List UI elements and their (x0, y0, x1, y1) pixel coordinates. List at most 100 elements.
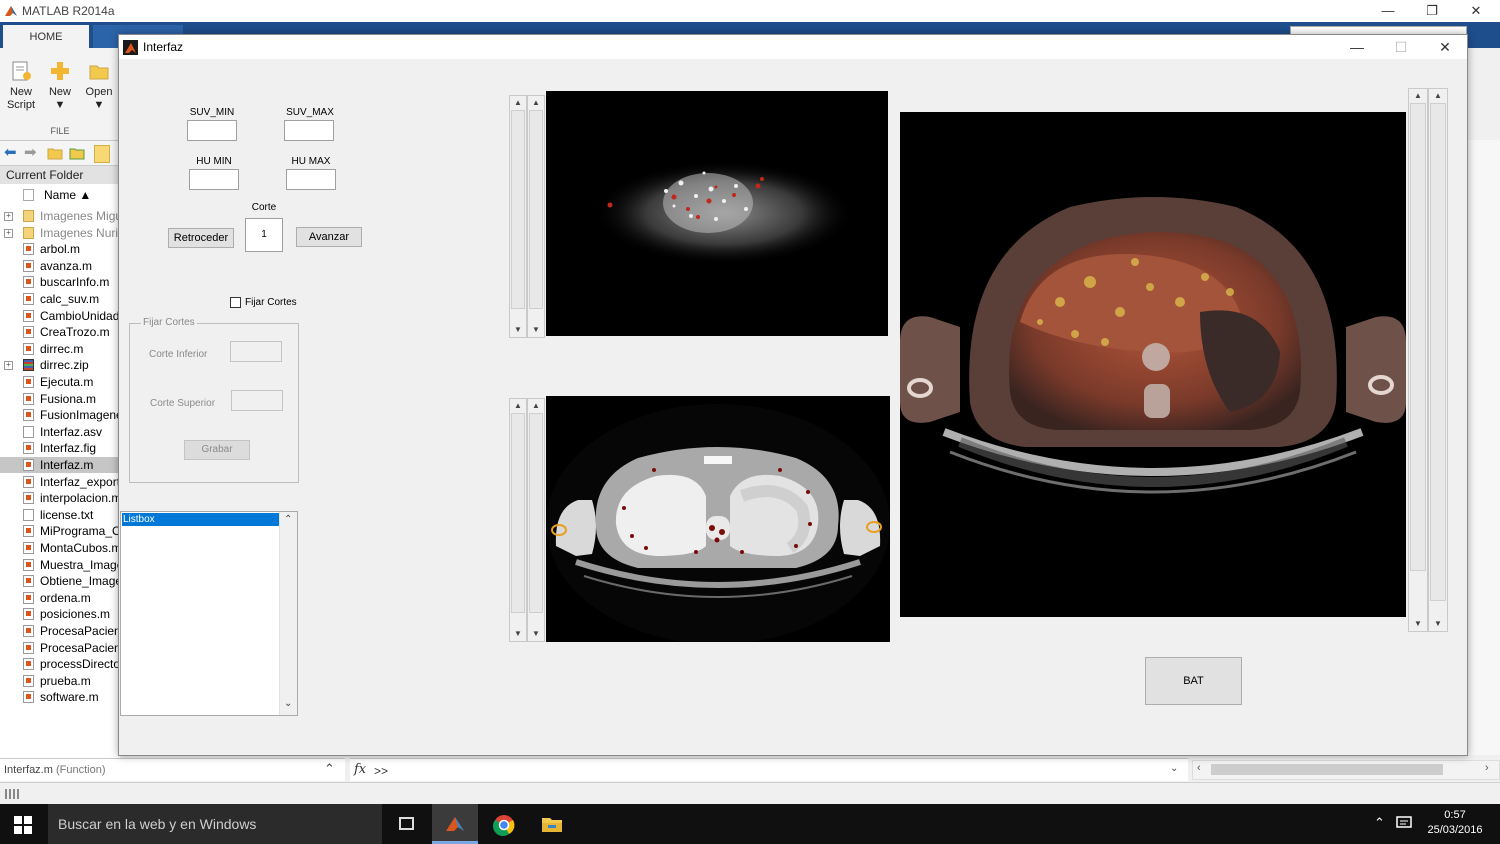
file-list-item[interactable]: Interfaz_export. (0, 474, 120, 490)
figure-maximize-icon[interactable]: ☐ (1379, 35, 1423, 59)
file-list-item[interactable]: Fusiona.m (0, 391, 120, 407)
listbox-selected-item[interactable]: Listbox (122, 513, 281, 526)
file-list-item[interactable]: ProcesaPacient (0, 623, 120, 639)
slider-up-arrow-icon[interactable]: ▲ (1429, 89, 1447, 103)
file-list-item[interactable]: license.txt (0, 507, 120, 523)
name-column-header[interactable]: Name ▲ (0, 187, 120, 203)
slider-thumb[interactable] (1410, 103, 1426, 571)
file-list-item[interactable]: Muestra_Image (0, 557, 120, 573)
file-list-item[interactable]: calc_suv.m (0, 291, 120, 307)
slice-slider-1[interactable]: ▲ ▼ (509, 95, 527, 338)
bat-button[interactable]: BAT (1145, 657, 1242, 705)
slider-up-arrow-icon[interactable]: ▲ (528, 399, 544, 413)
file-list-item[interactable]: MontaCubos.m (0, 540, 120, 556)
file-list-item[interactable]: interpolacion.m (0, 490, 120, 506)
function-browser-icon[interactable]: fx (354, 762, 366, 777)
file-list-item[interactable]: FusionImagene (0, 407, 120, 423)
slider-thumb[interactable] (529, 413, 543, 613)
back-arrow-icon[interactable]: ⬅ (4, 143, 17, 161)
file-list-item[interactable]: ordena.m (0, 590, 120, 606)
pet-image-axes[interactable] (546, 91, 888, 336)
chevron-up-icon[interactable]: ⌃ (1374, 815, 1385, 831)
scroll-right-icon[interactable]: › (1485, 762, 1489, 774)
new-script-button[interactable]: New Script (3, 54, 39, 112)
retroceder-button[interactable]: Retroceder (168, 228, 234, 248)
file-list-item[interactable]: MiPrograma_O (0, 523, 120, 539)
corte-input[interactable]: 1 (245, 218, 283, 252)
file-list-item[interactable]: CreaTrozo.m (0, 324, 120, 340)
taskbar-chrome-icon[interactable] (481, 804, 527, 844)
open-button[interactable]: Open ▼ (81, 54, 117, 112)
fused-slice-slider-2[interactable]: ▲ ▼ (1428, 88, 1448, 632)
corte-inferior-input[interactable] (230, 341, 282, 362)
slice-slider-4[interactable]: ▲ ▼ (527, 398, 545, 642)
slider-down-arrow-icon[interactable]: ▼ (528, 323, 544, 337)
new-button[interactable]: New ▼ (42, 54, 78, 112)
close-icon[interactable]: ✕ (1454, 0, 1498, 22)
slider-thumb[interactable] (529, 110, 543, 309)
up-folder-icon[interactable] (47, 146, 63, 160)
current-folder-browser[interactable]: Name ▲ + Imagenes Migu + Imagenes Nuria arbo… (0, 184, 120, 758)
file-list-item[interactable]: + Imagenes Nuria (0, 225, 120, 241)
chevron-down-icon[interactable]: ⌄ (284, 698, 292, 709)
notifications-icon[interactable] (1396, 816, 1412, 830)
restore-icon[interactable]: ❐ (1410, 0, 1454, 22)
ct-image-axes[interactable] (546, 396, 890, 642)
file-list-item[interactable]: + dirrec.zip (0, 357, 120, 373)
file-list-item[interactable]: Interfaz.fig (0, 440, 120, 456)
figure-minimize-icon[interactable]: — (1335, 35, 1379, 59)
file-list-item[interactable]: ProcesaPacient (0, 640, 120, 656)
expand-icon[interactable]: + (4, 361, 13, 371)
slider-up-arrow-icon[interactable]: ▲ (510, 96, 526, 110)
file-list-item[interactable]: + Imagenes Migu (0, 208, 120, 224)
horizontal-scrollbar[interactable]: ‹ › (1192, 760, 1500, 780)
scrollbar-thumb[interactable] (1211, 764, 1443, 775)
file-list-item[interactable]: arbol.m (0, 241, 120, 257)
listbox-scrollbar[interactable]: ⌃ ⌄ (279, 512, 297, 715)
forward-arrow-icon[interactable]: ➡ (24, 143, 37, 161)
avanzar-button[interactable]: Avanzar (296, 227, 362, 247)
minimize-icon[interactable]: — (1366, 0, 1410, 22)
hu-max-input[interactable] (286, 169, 336, 190)
slider-down-arrow-icon[interactable]: ▼ (528, 627, 544, 641)
slider-down-arrow-icon[interactable]: ▼ (510, 323, 526, 337)
task-view-icon[interactable] (384, 804, 430, 844)
file-list-item[interactable]: buscarInfo.m (0, 274, 120, 290)
taskbar-matlab-icon[interactable] (432, 804, 478, 844)
file-list-item[interactable]: avanza.m (0, 258, 120, 274)
file-list-item[interactable]: processDirector (0, 656, 120, 672)
fijar-cortes-checkbox[interactable] (230, 297, 241, 308)
grabar-button[interactable]: Grabar (184, 440, 250, 460)
browse-folder-icon[interactable] (69, 146, 85, 160)
expand-icon[interactable]: + (4, 228, 13, 238)
file-list-item[interactable]: posiciones.m (0, 606, 120, 622)
chevron-up-icon[interactable]: ⌃ (284, 514, 292, 525)
taskbar-file-explorer-icon[interactable] (528, 804, 574, 844)
slider-up-arrow-icon[interactable]: ▲ (510, 399, 526, 413)
fused-slice-slider-1[interactable]: ▲ ▼ (1408, 88, 1428, 632)
slider-up-arrow-icon[interactable]: ▲ (528, 96, 544, 110)
slider-down-arrow-icon[interactable]: ▼ (1409, 617, 1427, 631)
scroll-left-icon[interactable]: ‹ (1197, 762, 1201, 774)
chevron-down-icon[interactable]: ⌄ (1170, 763, 1178, 774)
corte-superior-input[interactable] (231, 390, 283, 411)
expand-icon[interactable]: + (4, 212, 13, 221)
file-list-item[interactable]: Interfaz.asv (0, 424, 120, 440)
figure-close-icon[interactable]: ✕ (1423, 35, 1467, 59)
slider-down-arrow-icon[interactable]: ▼ (510, 627, 526, 641)
file-list-item[interactable]: software.m (0, 689, 120, 705)
file-list-item[interactable]: dirrec.m (0, 341, 120, 357)
file-list-item[interactable]: prueba.m (0, 673, 120, 689)
file-list-item[interactable]: Interfaz.m (0, 457, 120, 473)
slider-down-arrow-icon[interactable]: ▼ (1429, 617, 1447, 631)
slider-thumb[interactable] (511, 110, 525, 309)
suv-min-input[interactable] (187, 120, 237, 141)
slice-slider-2[interactable]: ▲ ▼ (527, 95, 545, 338)
taskbar-clock[interactable]: 0:57 25/03/2016 (1418, 808, 1492, 838)
slider-up-arrow-icon[interactable]: ▲ (1409, 89, 1427, 103)
file-list-item[interactable]: CambioUnidad (0, 308, 120, 324)
hu-min-input[interactable] (189, 169, 239, 190)
listbox[interactable]: Listbox ⌃ ⌄ (120, 511, 298, 716)
taskbar-search-box[interactable]: Buscar en la web y en Windows (48, 804, 382, 844)
fused-image-axes[interactable] (900, 112, 1406, 617)
